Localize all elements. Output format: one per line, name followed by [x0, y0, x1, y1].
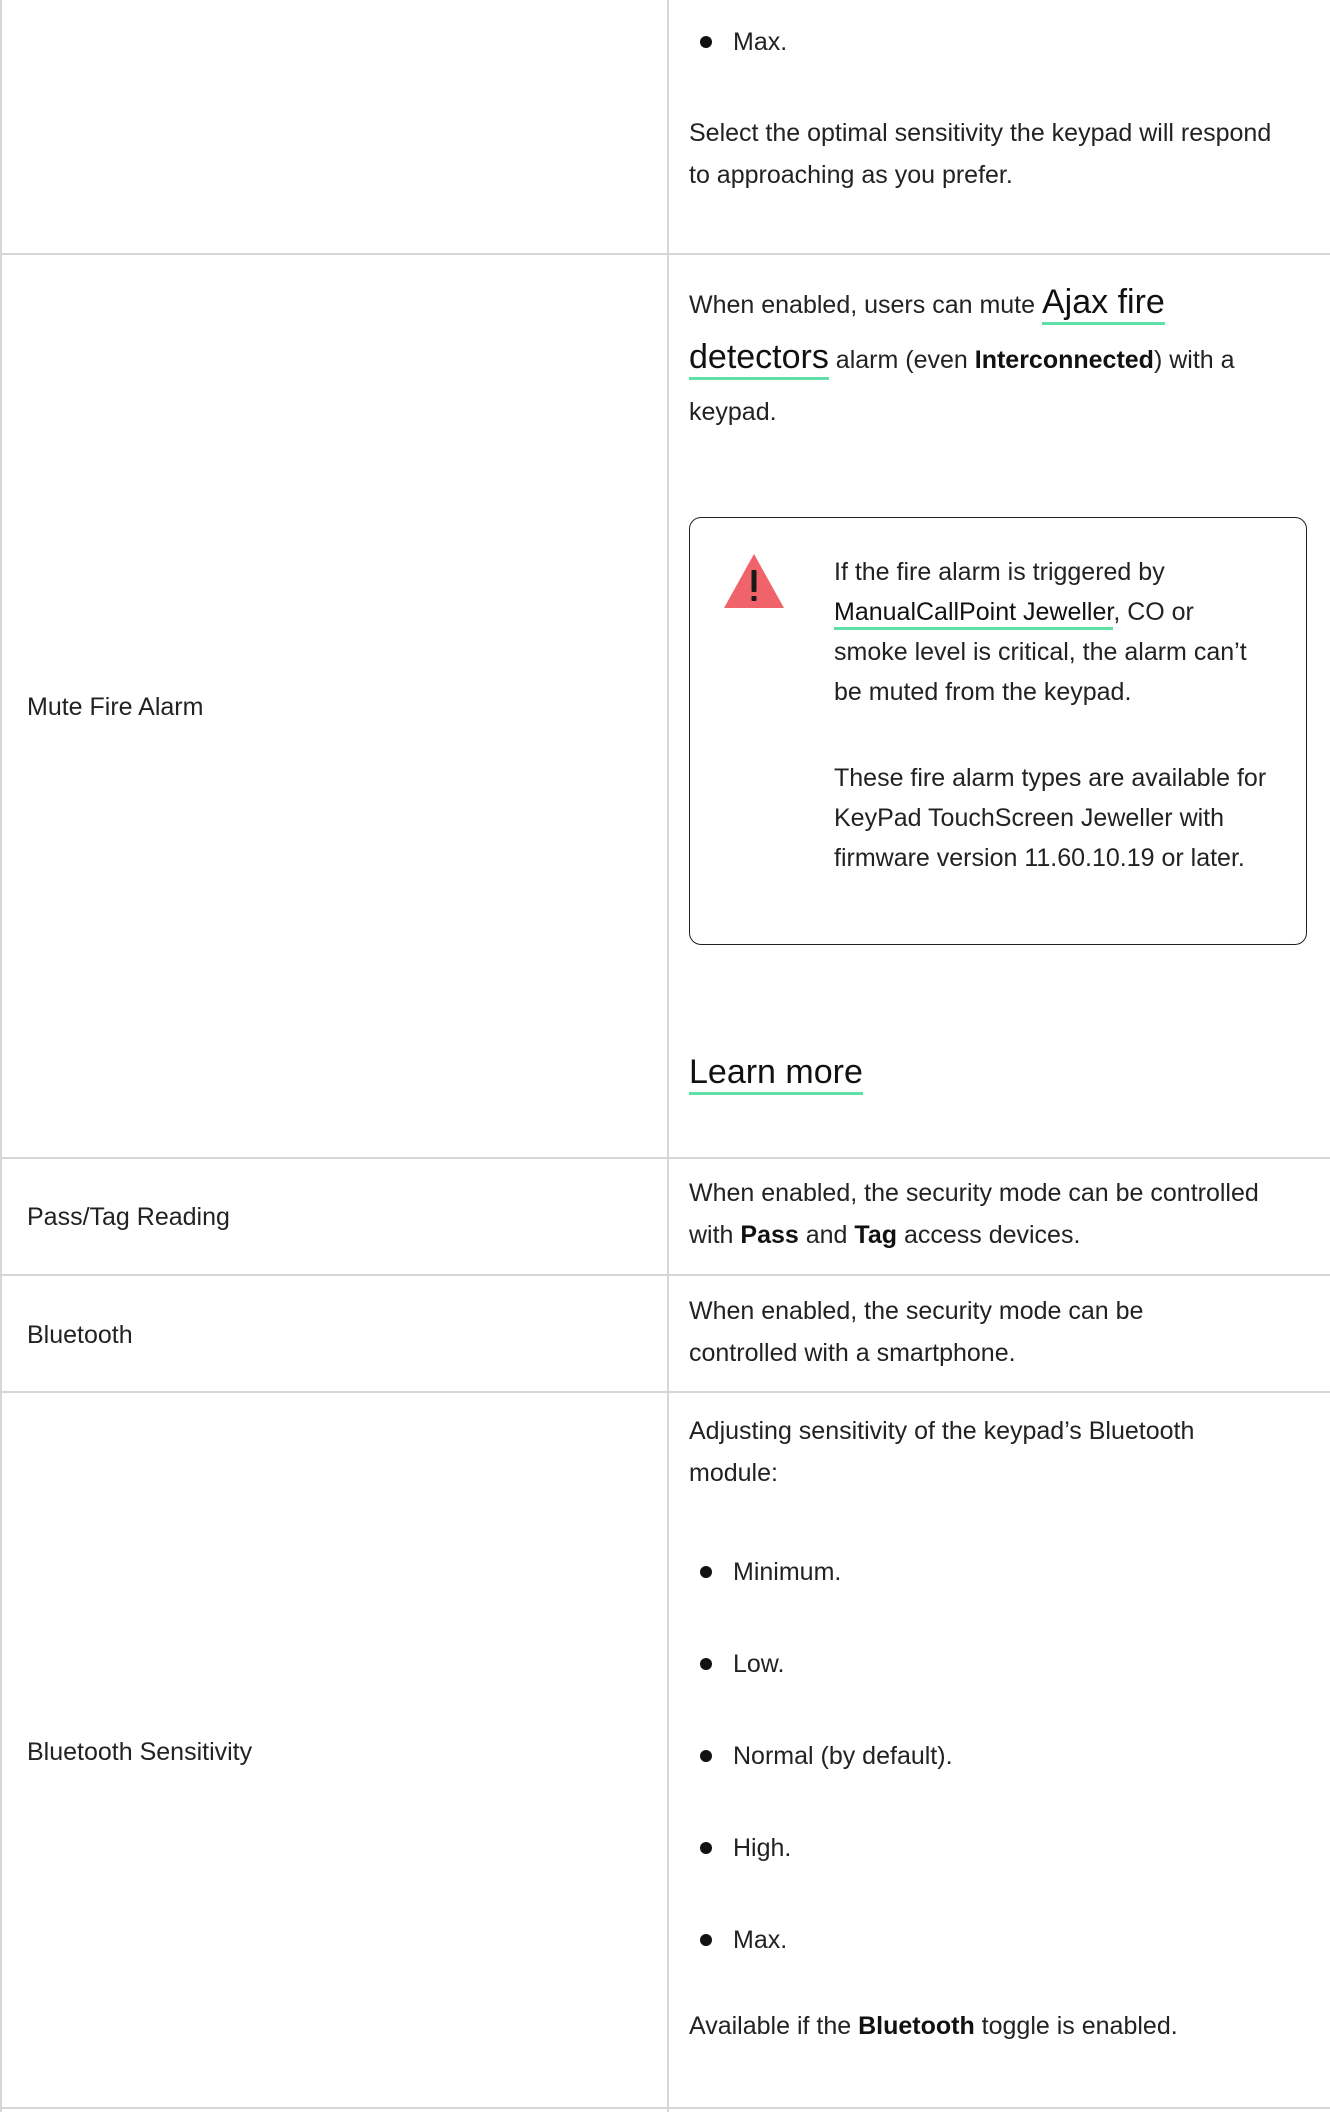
bluetooth-description: When enabled, the security mode can be c…: [689, 1297, 1144, 1367]
setting-label-bluetooth: Bluetooth: [27, 1321, 133, 1349]
bullet-dot: [700, 1842, 712, 1854]
bullet-dot: [700, 1934, 712, 1946]
note-text-2: These fire alarm types are available for…: [834, 764, 1267, 872]
pass-tag-description: When enabled, the security mode can be c…: [689, 1179, 1259, 1249]
table-left-border: [0, 0, 2, 2112]
warning-note: If the fire alarm is triggered by Manual…: [689, 517, 1307, 945]
manualcallpoint-jeweller-link[interactable]: ManualCallPoint Jeweller: [834, 598, 1114, 630]
bullet-dot: [700, 1750, 712, 1762]
table-column-divider: [667, 0, 669, 2112]
row-divider-5: [0, 2107, 1330, 2109]
row-divider-3: [0, 1274, 1330, 1276]
bullet-dot: [700, 1658, 712, 1670]
bt-sensitivity-intro: Adjusting sensitivity of the keypad’s Bl…: [689, 1417, 1195, 1487]
warning-triangle-icon: [724, 554, 784, 608]
bt-sensitivity-availability: Available if the Bluetooth toggle is ena…: [689, 2012, 1178, 2040]
row-divider-2: [0, 1157, 1330, 1159]
setting-label-bluetooth-sensitivity: Bluetooth Sensitivity: [27, 1738, 253, 1766]
row-divider-4: [0, 1391, 1330, 1393]
learn-more-link[interactable]: Learn more: [689, 1053, 863, 1095]
sensitivity-description: Select the optimal sensitivity the keypa…: [689, 119, 1272, 189]
row-divider-1: [0, 253, 1330, 255]
learn-more-link-wrap: Learn more: [689, 1050, 863, 1097]
setting-label-mute-fire-alarm: Mute Fire Alarm: [27, 693, 204, 721]
bullet-dot: [700, 36, 712, 48]
note-text-1: If the fire alarm is triggered by Manual…: [834, 558, 1247, 706]
setting-label-pass-tag-reading: Pass/Tag Reading: [27, 1203, 230, 1231]
mute-fire-description: When enabled, users can mute Ajax fire d…: [689, 283, 1235, 426]
bullet-dot: [700, 1566, 712, 1578]
